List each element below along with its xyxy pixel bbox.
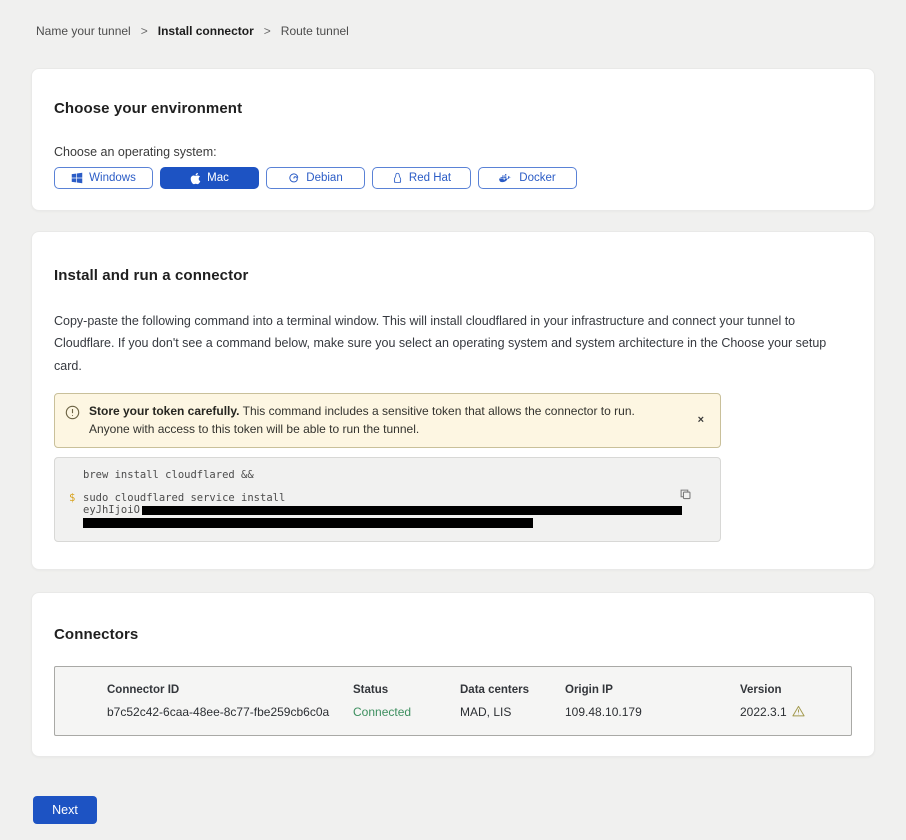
header-status: Status [353,684,460,696]
status-badge: Connected [353,705,460,719]
os-button-label: Mac [207,172,229,184]
close-icon[interactable]: × [692,412,710,428]
header-version: Version [740,684,831,696]
header-connector-id: Connector ID [107,684,353,696]
token-prefix: eyJhIjoiO [83,504,140,516]
os-button-debian[interactable]: Debian [266,167,365,189]
connectors-table: Connector ID Status Data centers Origin … [54,666,852,736]
os-button-label: Red Hat [409,172,451,184]
header-origin-ip: Origin IP [565,684,740,696]
choose-environment-card: Choose your environment Choose an operat… [31,68,875,211]
docker-whale-icon [499,173,513,184]
breadcrumb-separator: > [264,24,271,38]
breadcrumb-separator: > [141,24,148,38]
connectors-card-title: Connectors [54,626,852,643]
code-command-body: sudo cloudflared service install eyJhIjo… [83,492,706,531]
debian-icon [288,172,300,184]
next-button[interactable]: Next [33,796,97,824]
os-select-label: Choose an operating system: [54,145,852,159]
breadcrumb-step-name-your-tunnel[interactable]: Name your tunnel [36,24,131,38]
connectors-table-header-row: Connector ID Status Data centers Origin … [107,684,831,696]
warning-title: Store your token carefully. [89,404,240,418]
connectors-card: Connectors Connector ID Status Data cent… [31,592,875,757]
install-command-code-block: brew install cloudflared && $ sudo cloud… [54,457,721,542]
warning-triangle-icon [792,705,805,720]
os-button-label: Windows [89,172,136,184]
environment-card-title: Choose your environment [54,100,852,117]
copy-icon[interactable] [677,486,694,506]
os-button-mac[interactable]: Mac [160,167,259,189]
data-centers-value: MAD, LIS [460,705,565,719]
os-button-group: Windows Mac Debian Red Hat Docker [54,167,852,189]
windows-icon [71,172,83,184]
install-connector-card: Install and run a connector Copy-paste t… [31,231,875,570]
breadcrumb-step-install-connector[interactable]: Install connector [158,24,254,38]
os-button-label: Docker [519,172,555,184]
os-button-label: Debian [306,172,342,184]
connector-id-value: b7c52c42-6caa-48ee-8c77-fbe259cb6c0a [107,705,353,719]
token-warning-banner: Store your token carefully. This command… [54,393,721,448]
install-card-title: Install and run a connector [54,267,852,284]
os-button-windows[interactable]: Windows [54,167,153,189]
install-description: Copy-paste the following command into a … [54,310,852,377]
footer: Next [33,796,906,840]
os-button-docker[interactable]: Docker [478,167,577,189]
token-line: eyJhIjoiO [83,505,706,516]
origin-ip-value: 109.48.10.179 [565,705,740,719]
warning-text: Store your token carefully. This command… [89,402,683,439]
version-value: 2022.3.1 [740,705,787,719]
breadcrumb: Name your tunnel > Install connector > R… [0,0,906,38]
redacted-token-bar [83,518,533,528]
alert-circle-icon [65,405,80,423]
header-data-centers: Data centers [460,684,565,696]
shell-prompt: $ [69,492,83,531]
code-line-command: sudo cloudflared service install [83,492,285,504]
redhat-tux-icon [392,172,403,185]
os-button-redhat[interactable]: Red Hat [372,167,471,189]
breadcrumb-step-route-tunnel[interactable]: Route tunnel [281,24,349,38]
code-line-brew: brew install cloudflared && [83,469,706,481]
table-row: b7c52c42-6caa-48ee-8c77-fbe259cb6c0a Con… [107,705,831,720]
apple-icon [190,172,201,185]
code-command-row: $ sudo cloudflared service install eyJhI… [69,492,706,531]
version-cell: 2022.3.1 [740,705,831,720]
redacted-token-bar [142,506,682,515]
